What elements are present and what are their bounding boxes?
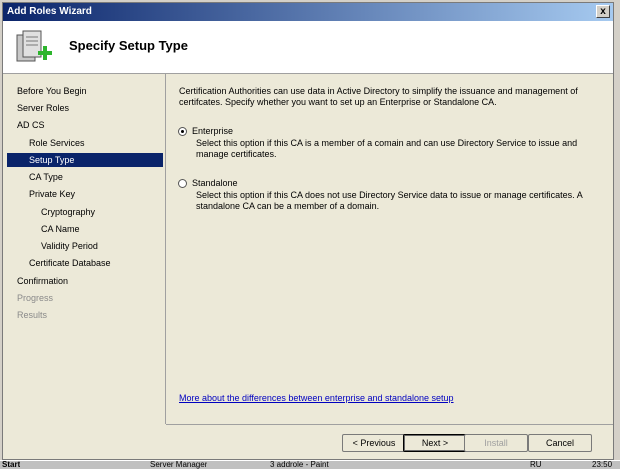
cancel-button[interactable]: Cancel xyxy=(528,434,592,452)
previous-button[interactable]: < Previous xyxy=(342,434,406,452)
nav-item-ca-type[interactable]: CA Type xyxy=(29,170,63,184)
enterprise-description: Select this option if this CA is a membe… xyxy=(196,138,578,159)
standalone-radio[interactable] xyxy=(178,178,187,188)
page-title: Specify Setup Type xyxy=(69,38,188,53)
enterprise-option[interactable]: Enterprise xyxy=(178,126,233,136)
standalone-label[interactable]: Standalone xyxy=(192,178,238,188)
standalone-description: Select this option if this CA does not u… xyxy=(196,190,583,211)
nav-item-role-services[interactable]: Role Services xyxy=(29,136,85,150)
add-roles-wizard-window: Add Roles Wizard x Specify Setup Type Be… xyxy=(2,2,614,460)
enterprise-label[interactable]: Enterprise xyxy=(192,126,233,136)
nav-item-cryptography[interactable]: Cryptography xyxy=(41,205,95,219)
nav-item-setup-type[interactable]: Setup Type xyxy=(7,153,163,167)
nav-item-before-you-begin[interactable]: Before You Begin xyxy=(17,84,87,98)
nav-item-private-key[interactable]: Private Key xyxy=(29,187,75,201)
title-bar: Add Roles Wizard x xyxy=(3,3,613,21)
next-button[interactable]: Next > xyxy=(403,434,467,452)
nav-item-server-roles[interactable]: Server Roles xyxy=(17,101,69,115)
nav-item-progress: Progress xyxy=(17,293,54,303)
wizard-content: Certification Authorities can use data i… xyxy=(166,74,613,424)
wizard-header: Specify Setup Type xyxy=(3,21,613,74)
button-bar: < Previous Next > Install Cancel xyxy=(166,424,613,460)
window-title: Add Roles Wizard xyxy=(7,6,92,17)
setup-differences-link[interactable]: More about the differences between enter… xyxy=(179,393,454,403)
install-button: Install xyxy=(464,434,528,452)
nav-item-ad-cs[interactable]: AD CS xyxy=(17,118,45,132)
server-add-icon xyxy=(16,30,52,62)
enterprise-radio[interactable] xyxy=(178,126,187,136)
nav-item-certificate-database[interactable]: Certificate Database xyxy=(29,256,111,270)
nav-item-validity-period[interactable]: Validity Period xyxy=(41,239,98,253)
standalone-option[interactable]: Standalone xyxy=(178,178,238,188)
close-button[interactable]: x xyxy=(596,5,610,18)
nav-item-ca-name[interactable]: CA Name xyxy=(41,222,80,236)
nav-item-results: Results xyxy=(17,310,48,320)
setup-description: Certification Authorities can use data i… xyxy=(179,86,578,107)
wizard-nav: Before You Begin Server Roles AD CS Role… xyxy=(3,74,166,424)
nav-item-confirmation[interactable]: Confirmation xyxy=(17,274,68,288)
